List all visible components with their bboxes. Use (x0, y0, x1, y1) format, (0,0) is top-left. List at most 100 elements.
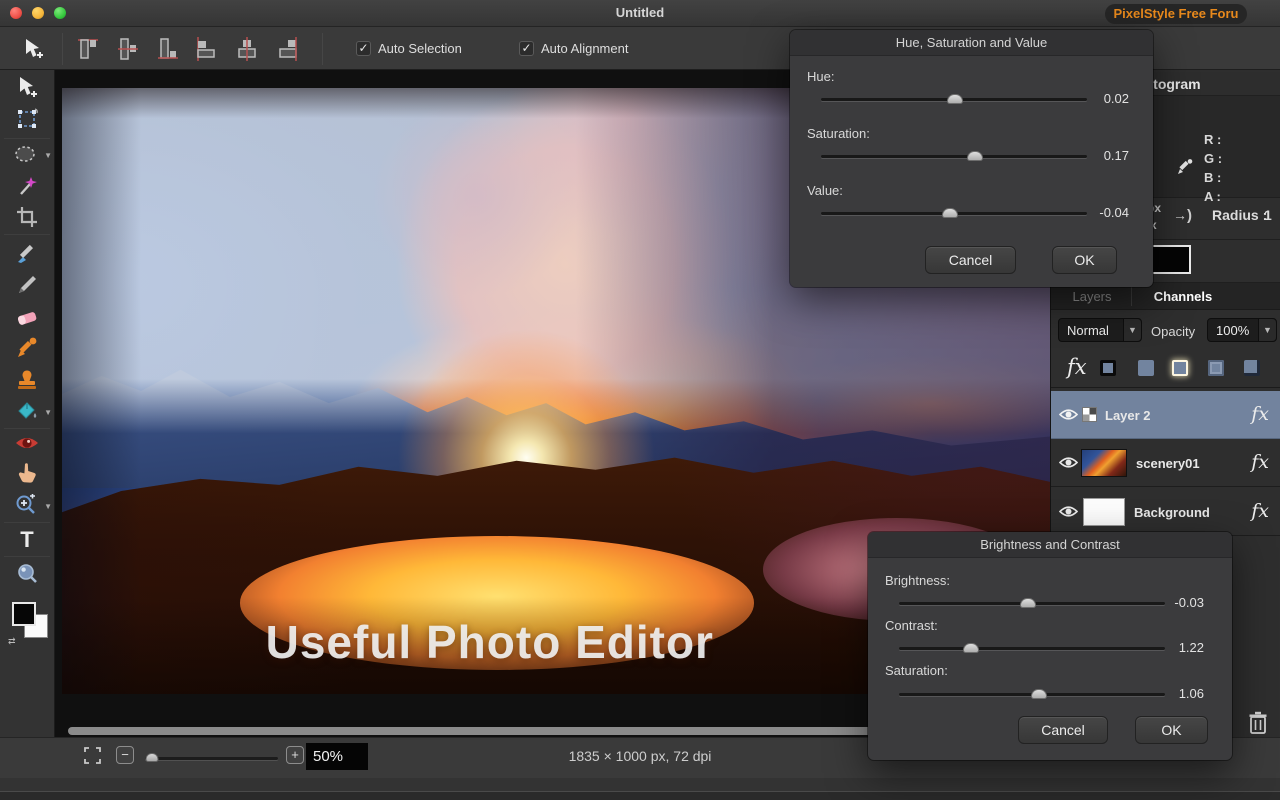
cancel-button[interactable]: Cancel (1018, 716, 1108, 744)
opacity-dropdown[interactable]: 100% ▼ (1207, 318, 1277, 342)
layer-style-swatch-4[interactable] (1208, 360, 1224, 376)
toolbar-separator (62, 33, 63, 65)
hsv-dialog-title[interactable]: Hue, Saturation and Value (790, 30, 1153, 56)
layer-thumbnail[interactable] (1082, 407, 1097, 422)
auto-alignment-label: Auto Alignment (541, 40, 629, 56)
paint-bucket-tool[interactable]: ▼ (8, 398, 52, 424)
zoom-in-tool[interactable]: ▼ (8, 492, 52, 518)
tool-separator (4, 428, 50, 429)
brush-tool[interactable] (8, 240, 46, 266)
align-top-icon[interactable] (76, 35, 100, 63)
move-tool[interactable] (8, 74, 46, 100)
hue-slider-thumb[interactable] (947, 94, 964, 104)
pixelstyle-window: Untitled PixelStyle Free Foru ✓ Auto Sel… (0, 0, 1280, 800)
bc-saturation-slider[interactable] (899, 689, 1165, 699)
align-right-icon[interactable] (276, 35, 300, 63)
chevron-down-icon[interactable]: ▼ (1123, 319, 1141, 341)
visibility-eye-icon[interactable] (1058, 407, 1079, 427)
align-middle-icon[interactable] (116, 35, 140, 63)
value-slider-thumb[interactable] (942, 208, 958, 218)
align-center-icon[interactable] (235, 35, 259, 63)
window-footer (0, 778, 1280, 800)
brightness-contrast-dialog: Brightness and Contrast Brightness: -0.0… (868, 532, 1232, 760)
ok-button[interactable]: OK (1135, 716, 1208, 744)
layer-thumbnail[interactable] (1083, 498, 1125, 526)
ok-button[interactable]: OK (1052, 246, 1117, 274)
red-eye-tool[interactable] (8, 430, 46, 456)
brightness-slider[interactable] (899, 598, 1165, 608)
eyedropper-tool[interactable] (8, 335, 46, 361)
value-slider[interactable] (821, 208, 1087, 218)
checkbox-check-icon[interactable]: ✓ (356, 40, 371, 56)
ellipse-select-tool[interactable]: ▼ (8, 141, 52, 167)
hue-slider[interactable] (821, 94, 1087, 104)
blend-options-row: Normal ▼ Opacity 100% ▼ (1051, 310, 1280, 350)
saturation-slider-thumb[interactable] (967, 151, 984, 161)
bc-saturation-label: Saturation: (885, 663, 948, 678)
pencil-tool[interactable] (8, 272, 46, 298)
align-left-icon[interactable] (194, 35, 218, 63)
checkbox-check-icon[interactable]: ✓ (519, 40, 534, 56)
bc-saturation-slider-thumb[interactable] (1030, 689, 1047, 699)
clone-stamp-tool[interactable] (8, 366, 46, 392)
swap-colors-icon[interactable]: ⇄ (8, 636, 16, 647)
layers-channels-tabs: Layers Channels (1051, 283, 1280, 310)
layer-fx-icon[interactable]: fx (1251, 451, 1269, 473)
layer-name: scenery01 (1136, 456, 1200, 471)
foreground-color-swatch[interactable] (12, 602, 36, 626)
eraser-tool[interactable] (8, 304, 46, 330)
visibility-eye-icon[interactable] (1058, 455, 1079, 475)
saturation-value: 0.17 (1103, 148, 1129, 163)
layer-row-layer2[interactable]: Layer 2 fx (1051, 391, 1280, 439)
layer-style-swatch-3[interactable] (1172, 360, 1188, 376)
layer-style-swatch-5[interactable] (1244, 360, 1260, 376)
layer-style-swatch-2[interactable] (1138, 360, 1154, 376)
layer-style-row: fx (1051, 350, 1280, 388)
tab-layers[interactable]: Layers (1061, 283, 1123, 310)
magic-wand-tool[interactable] (8, 173, 46, 199)
contrast-slider[interactable] (899, 643, 1165, 653)
align-bottom-icon[interactable] (156, 35, 180, 63)
bc-saturation-value: 1.06 (1178, 686, 1204, 701)
cancel-button[interactable]: Cancel (925, 246, 1016, 274)
auto-alignment-checkbox[interactable]: ✓ Auto Alignment (519, 39, 628, 57)
transform-tool[interactable] (8, 105, 46, 131)
brightness-label: Brightness: (885, 573, 951, 588)
saturation-slider[interactable] (821, 151, 1087, 161)
tool-separator (4, 234, 50, 235)
auto-selection-checkbox[interactable]: ✓ Auto Selection (356, 39, 462, 57)
layer-row-scenery01[interactable]: scenery01 fx (1051, 439, 1280, 487)
tool-separator (4, 138, 50, 139)
blue-channel-label: B : (1204, 170, 1222, 185)
brightness-value: -0.03 (1174, 595, 1204, 610)
chevron-down-icon[interactable]: ▼ (1258, 319, 1276, 341)
contrast-slider-thumb[interactable] (962, 643, 979, 653)
app-badge[interactable]: PixelStyle Free Foru (1105, 4, 1247, 24)
move-tool-toolbar-icon[interactable] (20, 36, 46, 67)
auto-selection-label: Auto Selection (378, 40, 462, 56)
hand-tool[interactable] (8, 460, 46, 486)
opacity-value: 100% (1216, 322, 1250, 338)
magnifier-tool[interactable] (8, 561, 46, 587)
blend-mode-dropdown[interactable]: Normal ▼ (1058, 318, 1142, 342)
layer-fx-icon[interactable]: fx (1251, 500, 1269, 522)
value-label: Value: (807, 183, 843, 198)
layer-thumbnail[interactable] (1081, 449, 1127, 477)
text-tool[interactable]: T (8, 527, 46, 553)
green-channel-label: G : (1204, 151, 1223, 166)
tab-channels[interactable]: Channels (1143, 283, 1223, 310)
crop-tool[interactable] (8, 204, 46, 230)
red-channel-label: R : (1204, 132, 1222, 147)
fx-label[interactable]: fx (1067, 355, 1087, 379)
saturation-label: Saturation: (807, 126, 870, 141)
layer-style-swatch-1[interactable] (1100, 360, 1116, 376)
chevron-down-icon: ▼ (44, 151, 52, 160)
chevron-down-icon: ▼ (44, 502, 52, 511)
layer-row-background[interactable]: Background fx (1051, 488, 1280, 536)
visibility-eye-icon[interactable] (1058, 504, 1079, 524)
hsv-dialog: Hue, Saturation and Value Hue: 0.02 Satu… (790, 30, 1153, 287)
bc-dialog-title[interactable]: Brightness and Contrast (868, 532, 1232, 558)
layer-fx-icon[interactable]: fx (1251, 403, 1269, 425)
brightness-slider-thumb[interactable] (1020, 598, 1036, 608)
radius-value[interactable]: 1 (1264, 207, 1272, 223)
